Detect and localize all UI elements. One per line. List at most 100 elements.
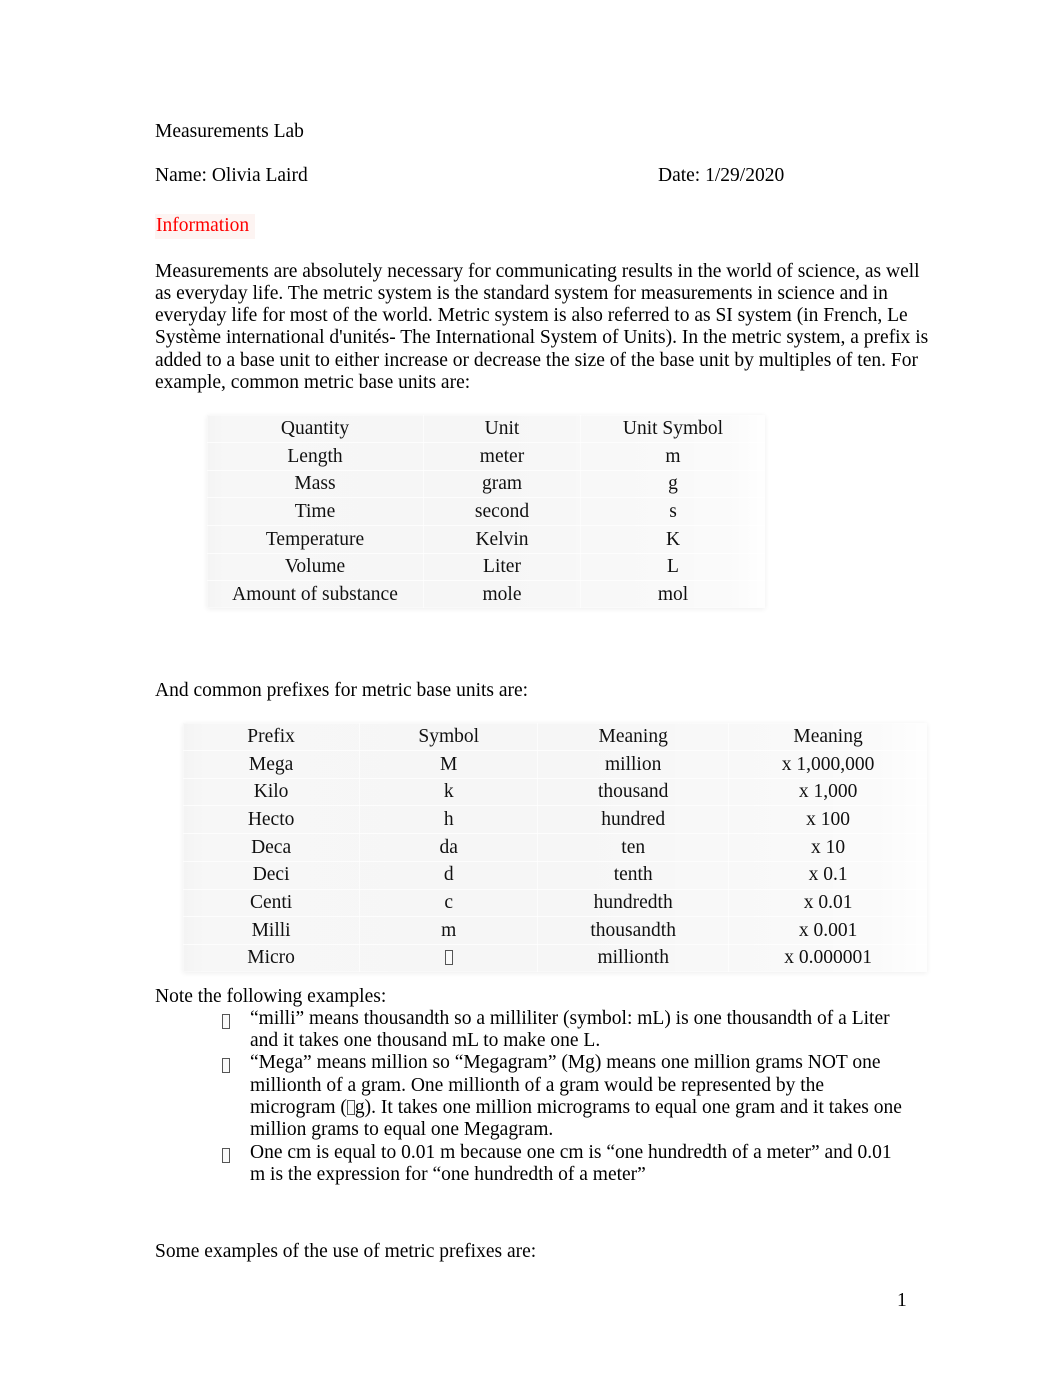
table-row: Time second s: [207, 497, 765, 527]
table-row: Amount of substance mole mol: [207, 580, 765, 609]
cell-symbol: c: [359, 889, 539, 918]
bullet-marker-icon: [222, 1011, 230, 1033]
lab-date: Date: 1/29/2020: [658, 164, 785, 186]
cell-meaning-value: x 0.000001: [784, 947, 872, 969]
section-heading-wrapper: Information: [155, 213, 927, 261]
student-name: Name: Olivia Laird: [155, 164, 308, 186]
table-row: Volume Liter L: [207, 553, 765, 582]
document-title: Measurements Lab: [155, 121, 304, 142]
cell-prefix: Deci: [183, 861, 361, 890]
cell-meaning-value: x 0.001: [728, 916, 927, 945]
bullet-marker-icon: [222, 1145, 230, 1167]
list-item: “milli” means thousandth so a milliliter…: [155, 1008, 910, 1053]
cell-symbol: da: [359, 833, 539, 862]
missing-glyph-icon: [222, 1013, 230, 1029]
cell-symbol: M: [359, 750, 539, 779]
cell-meaning-value: x 0.1: [728, 861, 927, 890]
cell-quantity: Mass: [207, 470, 424, 499]
intro-paragraph: Measurements are absolutely necessary fo…: [155, 260, 929, 393]
cell-meaning-value: x 1,000,000: [728, 750, 927, 779]
base-units-table-wrapper: Quantity Unit Unit Symbol Length meter m…: [155, 415, 927, 609]
cell-quantity: Volume: [207, 553, 424, 582]
column-header-symbol: Symbol: [359, 723, 539, 752]
missing-glyph-icon: [346, 1100, 355, 1116]
cell-symbol: L: [580, 553, 765, 582]
cell-prefix: Micro: [183, 944, 361, 972]
list-item-text: One cm is equal to 0.01 m because one cm…: [250, 1141, 892, 1185]
cell-symbol: K: [580, 525, 765, 554]
cell-symbol: m: [359, 916, 539, 945]
cell-unit: mole: [423, 580, 581, 609]
cell-prefix: Hecto: [183, 805, 361, 835]
cell-symbol: s: [580, 497, 765, 527]
table-row: Micro millionth x 0.000001: [183, 944, 927, 972]
cell-quantity: Length: [207, 442, 424, 471]
table-header-row: Quantity Unit Unit Symbol: [207, 415, 765, 443]
cell-prefix: Deca: [183, 833, 361, 862]
column-header-meaning-word: Meaning: [537, 723, 730, 752]
cell-meaning-word: thousand: [537, 778, 730, 807]
list-item: One cm is equal to 0.01 m because one cm…: [155, 1142, 910, 1187]
table-row: Milli m thousandth x 0.001: [183, 916, 927, 945]
bullet-marker-icon: [222, 1055, 230, 1077]
notes-lead-text: Note the following examples:: [155, 985, 387, 1007]
prefixes-lead-text: And common prefixes for metric base unit…: [155, 680, 529, 702]
cell-meaning-value: x 10: [728, 833, 927, 862]
notes-bullet-list: “milli” means thousandth so a milliliter…: [155, 1008, 927, 1186]
column-header-unit-symbol: Unit Symbol: [580, 415, 765, 443]
cell-unit: Kelvin: [423, 525, 581, 554]
cell-symbol: mol: [657, 584, 689, 605]
cell-meaning-word: millionth: [537, 944, 730, 972]
missing-glyph-icon: [222, 1058, 230, 1074]
cell-meaning-word: ten: [537, 833, 730, 862]
prefixes-table-wrapper: Prefix Symbol Meaning Meaning Mega M mil…: [155, 723, 927, 972]
cell-meaning-word: hundred: [537, 805, 730, 835]
cell-meaning-word: million: [537, 750, 730, 779]
table-row: Deca da ten x 10: [183, 833, 927, 862]
table-row: Mass gram g: [207, 470, 765, 499]
table-row: Temperature Kelvin K: [207, 525, 765, 554]
prefixes-table-body: Prefix Symbol Meaning Meaning Mega M mil…: [183, 723, 927, 972]
cell-meaning-value: x 100: [728, 805, 927, 835]
table-row: Mega M million x 1,000,000: [183, 750, 927, 779]
cell-meaning-word: thousandth: [537, 916, 730, 945]
table-row: Length meter m: [207, 442, 765, 471]
column-header-meaning-value: Meaning: [728, 723, 927, 752]
cell-meaning-value: x 1,000: [728, 778, 927, 807]
cell-prefix: Milli: [183, 916, 361, 945]
missing-glyph-icon: [444, 950, 453, 966]
document-body: Measurements Lab Name: Olivia Laird Date…: [155, 121, 929, 1264]
section-heading-information: Information: [155, 213, 256, 239]
table-row: Kilo k thousand x 1,000: [183, 778, 927, 807]
cell-symbol: g: [580, 470, 765, 499]
table-row: Deci d tenth x 0.1: [183, 861, 927, 890]
cell-prefix: Mega: [183, 750, 361, 779]
table-row: Centi c hundredth x 0.01: [183, 889, 927, 918]
cell-quantity: Time: [207, 497, 424, 527]
cell-unit: gram: [423, 470, 581, 499]
cell-unit: second: [423, 497, 581, 527]
list-item-text: “milli” means thousandth so a milliliter…: [250, 1007, 890, 1052]
page-number: 1: [897, 1290, 907, 1311]
table-row: Hecto h hundred x 100: [183, 805, 927, 835]
cell-symbol: k: [359, 778, 539, 807]
cell-unit: meter: [423, 442, 581, 471]
name-date-row: Name: Olivia Laird Date: 1/29/2020: [155, 165, 927, 189]
cell-meaning-word: hundredth: [537, 889, 730, 918]
cell-symbol: m: [580, 442, 765, 471]
cell-symbol: d: [359, 861, 539, 890]
prefixes-table: Prefix Symbol Meaning Meaning Mega M mil…: [183, 723, 927, 972]
column-header-prefix: Prefix: [183, 723, 361, 752]
document-page: Measurements Lab Name: Olivia Laird Date…: [0, 0, 1062, 1377]
table-header-row: Prefix Symbol Meaning Meaning: [183, 723, 927, 752]
cell-symbol: h: [359, 805, 539, 835]
cell-prefix: Kilo: [183, 778, 361, 807]
cell-quantity: Amount of substance: [207, 580, 424, 609]
base-units-table: Quantity Unit Unit Symbol Length meter m…: [207, 415, 765, 609]
missing-glyph-icon: [222, 1147, 230, 1163]
cell-prefix: Centi: [183, 889, 361, 918]
list-item: “Mega” means million so “Megagram” (Mg) …: [155, 1052, 910, 1141]
